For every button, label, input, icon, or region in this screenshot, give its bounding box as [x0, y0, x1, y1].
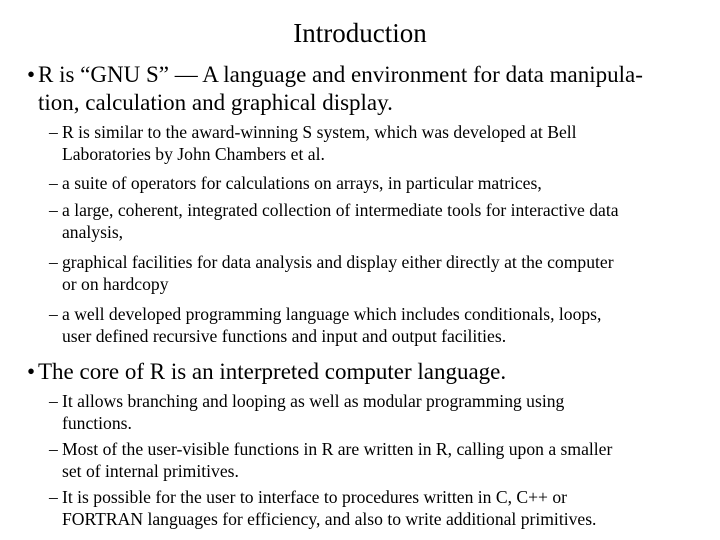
sub-item-text-line: graphical facilities for data analysis a… [62, 252, 614, 272]
sub-item: – Most of the user-visible functions in … [49, 438, 714, 482]
bullet-item: • The core of R is an interpreted comput… [27, 358, 707, 386]
bullet-text-line: R is “GNU S” — A language and environmen… [38, 62, 643, 87]
dash-marker: – [49, 304, 58, 324]
sub-item: – a suite of operators for calculations … [49, 172, 714, 194]
dash-marker: – [49, 200, 58, 220]
sub-item-text-line: FORTRAN languages for efficiency, and al… [62, 509, 597, 529]
bullet-marker: • [27, 62, 36, 87]
sub-item-text-line: R is similar to the award-winning S syst… [62, 122, 577, 142]
bullet-text-line: tion, calculation and graphical display. [38, 90, 393, 115]
sub-item-text-line: functions. [62, 413, 132, 433]
sub-item: – a well developed programming language … [49, 303, 714, 347]
dash-marker: – [49, 487, 58, 507]
dash-marker: – [49, 173, 58, 193]
sub-item-text-line: set of internal primitives. [62, 461, 239, 481]
dash-marker: – [49, 439, 58, 459]
sub-item-text-line: a large, coherent, integrated collection… [62, 200, 619, 220]
sub-item: – R is similar to the award-winning S sy… [49, 121, 714, 165]
sub-item-text-line: user defined recursive functions and inp… [62, 326, 507, 346]
dash-marker: – [49, 122, 58, 142]
dash-marker: – [49, 252, 58, 272]
bullet-marker: • [27, 359, 36, 384]
sub-item: – It allows branching and looping as wel… [49, 390, 714, 434]
sub-item-text-line: Most of the user-visible functions in R … [62, 439, 613, 459]
sub-item-text-line: It allows branching and looping as well … [62, 391, 565, 411]
sub-item: – graphical facilities for data analysis… [49, 251, 714, 295]
slide-title: Introduction [293, 18, 427, 48]
sub-item-text-line: It is possible for the user to interface… [62, 487, 568, 507]
sub-item-text-line: a well developed programming language wh… [62, 304, 602, 324]
sub-item: – It is possible for the user to interfa… [49, 486, 714, 530]
sub-item-text-line: or on hardcopy [62, 274, 169, 294]
sub-item-text-line: a suite of operators for calculations on… [62, 173, 542, 193]
sub-item-text-line: analysis, [62, 222, 124, 242]
bullet-item: • R is “GNU S” — A language and environm… [27, 61, 707, 117]
bullet-text-line: The core of R is an interpreted computer… [38, 359, 507, 384]
dash-marker: – [49, 391, 58, 411]
sub-item-text-line: Laboratories by John Chambers et al. [62, 144, 325, 164]
sub-item: – a large, coherent, integrated collecti… [49, 199, 714, 243]
